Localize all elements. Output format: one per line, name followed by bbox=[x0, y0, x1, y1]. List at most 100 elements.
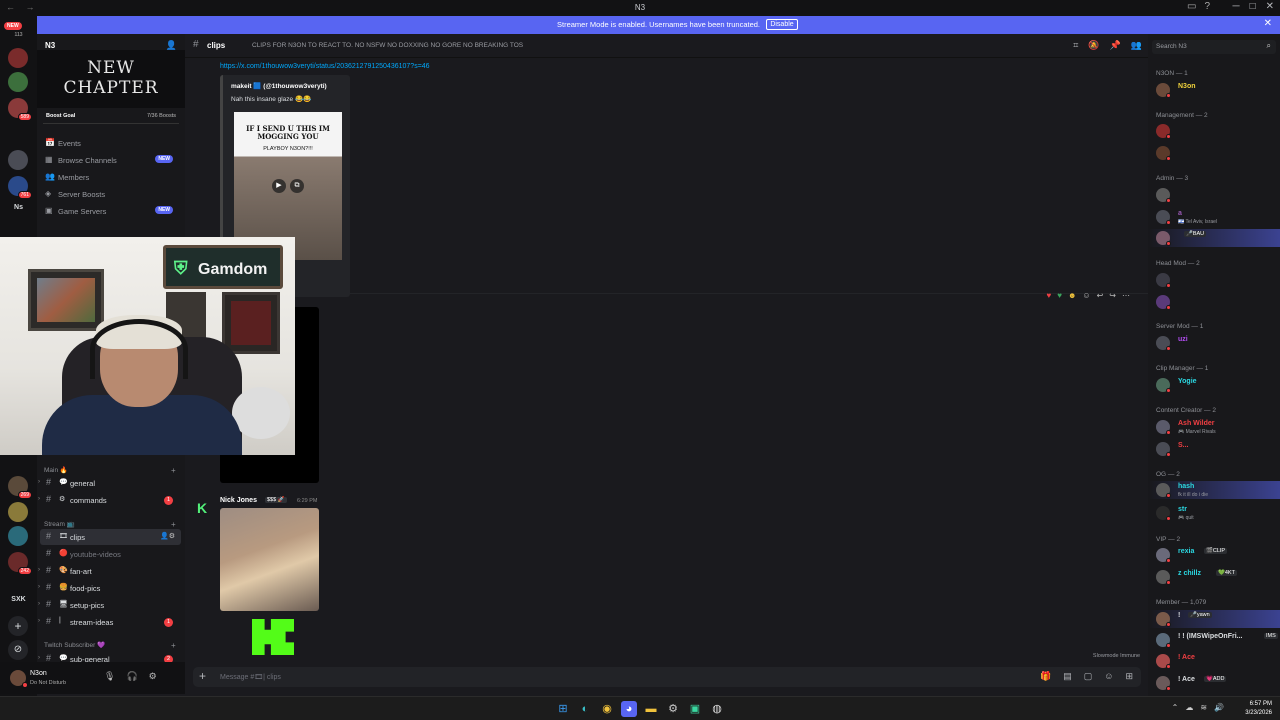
volume-icon[interactable]: 🔊 bbox=[1214, 703, 1224, 712]
message-link[interactable]: https://x.com/1thouwow3veryti/status/203… bbox=[220, 63, 430, 70]
help-icon[interactable]: ? bbox=[1204, 1, 1210, 12]
open-external-icon[interactable]: ⧉ bbox=[290, 179, 304, 193]
server-icon[interactable] bbox=[8, 150, 28, 170]
close-banner-icon[interactable]: ✕ bbox=[1264, 18, 1272, 29]
channel-stream-ideas[interactable]: › # | stream-ideas 1 bbox=[38, 614, 181, 630]
server-icon[interactable]: 761 bbox=[8, 176, 32, 199]
discover-icon[interactable]: ⊘ bbox=[8, 640, 28, 660]
network-icon[interactable]: ☁ bbox=[1185, 703, 1193, 712]
emoji-icon[interactable]: ☺ bbox=[1104, 671, 1113, 682]
obs-icon[interactable]: ◍ bbox=[709, 701, 725, 717]
server-label[interactable]: Ns bbox=[0, 204, 37, 211]
channel-fan-art[interactable]: › # 🎨 fan-art bbox=[38, 563, 181, 579]
server-icon[interactable]: 242 bbox=[8, 552, 32, 575]
member-row[interactable]: Yogie bbox=[1148, 376, 1280, 394]
wifi-icon[interactable]: ≋ bbox=[1200, 703, 1207, 712]
member-row[interactable]: uzi bbox=[1148, 334, 1280, 352]
forward-icon[interactable]: ↪ bbox=[1109, 291, 1116, 300]
reply-icon[interactable]: ↩ bbox=[1097, 291, 1104, 300]
nav-members[interactable]: 👥 Members bbox=[45, 170, 177, 184]
laugh-reaction-icon[interactable]: ☻ bbox=[1068, 291, 1076, 300]
apps-icon[interactable]: ⊞ bbox=[1125, 671, 1133, 682]
member-row[interactable]: z chillz 💚4KT bbox=[1148, 568, 1280, 586]
channel-clips[interactable]: # 🎞 clips 👤⚙ bbox=[40, 529, 181, 545]
threads-icon[interactable]: ⌗ bbox=[1073, 40, 1078, 51]
server-icon[interactable] bbox=[8, 526, 28, 546]
server-label[interactable]: SXK bbox=[0, 596, 37, 603]
member-row[interactable] bbox=[1148, 122, 1280, 140]
member-row[interactable]: ! ! (IMSWipeOnFri... IMS bbox=[1148, 631, 1280, 649]
member-row[interactable]: ! Ace bbox=[1148, 652, 1280, 670]
member-row[interactable]: hash fk it ill do i die bbox=[1148, 481, 1280, 499]
search-input[interactable]: Search N3 ⌕ bbox=[1152, 40, 1276, 54]
channel-topic[interactable]: CLIPS FOR N3ON TO REACT TO. NO NSFW NO D… bbox=[252, 42, 523, 49]
channel-youtube-videos[interactable]: # 🔴 youtube-videos bbox=[40, 546, 181, 562]
nav-events[interactable]: 📅 Events bbox=[45, 136, 177, 150]
member-row[interactable]: Ash Wilder 🎮 Marvel Rivals bbox=[1148, 418, 1280, 436]
member-row[interactable] bbox=[1148, 293, 1280, 311]
more-icon[interactable]: ⋯ bbox=[1122, 291, 1130, 300]
embed-author[interactable]: makeit 🟦 (@1thouwow3veryti) bbox=[231, 82, 327, 90]
channel-food-pics[interactable]: › # 🍔 food-pics bbox=[38, 580, 181, 596]
discord-icon[interactable]: ◕ bbox=[621, 701, 637, 717]
add-server-icon[interactable]: + bbox=[8, 616, 28, 636]
chrome-icon[interactable]: ◉ bbox=[599, 701, 615, 717]
heart-reaction-icon[interactable]: ♥ bbox=[1047, 291, 1052, 300]
app-icon[interactable]: ▣ bbox=[687, 701, 703, 717]
headphones-icon[interactable]: 🎧 bbox=[126, 671, 137, 682]
member-row[interactable] bbox=[1148, 186, 1280, 204]
image-attachment[interactable] bbox=[220, 508, 319, 611]
boost-goal[interactable]: Boost Goal 7/36 Boosts bbox=[43, 110, 179, 124]
server-icon[interactable] bbox=[8, 48, 28, 68]
member-row[interactable]: str 🎮 quit bbox=[1148, 504, 1280, 522]
member-row[interactable] bbox=[1148, 144, 1280, 162]
settings-icon[interactable]: ⚙ bbox=[665, 701, 681, 717]
notifications-icon[interactable]: 🔕 bbox=[1088, 40, 1099, 51]
member-row[interactable]: ! 🎤yawn bbox=[1148, 610, 1280, 628]
category-main[interactable]: Main 🔥 + bbox=[44, 466, 176, 475]
server-icon[interactable]: 269 bbox=[8, 476, 32, 499]
channel-setup-pics[interactable]: › # 🖥 setup-pics bbox=[38, 597, 181, 613]
gift-icon[interactable]: 🎁 bbox=[1040, 671, 1051, 682]
member-row[interactable]: ! Ace 💗ADD bbox=[1148, 674, 1280, 692]
disable-button[interactable]: Disable bbox=[766, 19, 798, 30]
attach-plus-icon[interactable]: + bbox=[199, 669, 206, 683]
clock[interactable]: 6:57 PM 3/23/2026 bbox=[1245, 700, 1272, 718]
member-row[interactable]: 🎤BAU bbox=[1148, 229, 1280, 247]
sticker-icon[interactable]: ▢ bbox=[1084, 671, 1093, 682]
channel-commands[interactable]: › # ⚙ commands 1 bbox=[38, 492, 181, 508]
edge-icon[interactable]: ◐ bbox=[577, 701, 593, 717]
channel-settings-icon[interactable]: 👤⚙ bbox=[160, 532, 175, 540]
add-channel-icon[interactable]: + bbox=[171, 466, 176, 475]
avatar[interactable]: K bbox=[193, 498, 213, 518]
chevron-up-icon[interactable]: ⌃ bbox=[1172, 703, 1179, 712]
server-icon[interactable]: 589 bbox=[8, 98, 32, 121]
minimize-icon[interactable]: ─ bbox=[1232, 1, 1239, 12]
channel-general[interactable]: › # 💬 general bbox=[38, 475, 181, 491]
server-icon[interactable] bbox=[8, 72, 28, 92]
nav-browse-channels[interactable]: ▦ Browse Channels NEW bbox=[45, 153, 177, 167]
member-row[interactable]: rexia 🎬CLIP bbox=[1148, 546, 1280, 564]
microphone-icon[interactable]: 🎙 bbox=[104, 671, 115, 682]
nav-server-boosts[interactable]: ◈ Server Boosts bbox=[45, 187, 177, 201]
green-heart-reaction-icon[interactable]: ♥ bbox=[1057, 291, 1062, 300]
server-icon[interactable] bbox=[8, 502, 28, 522]
add-channel-icon[interactable]: + bbox=[171, 520, 176, 529]
username[interactable]: N3on bbox=[30, 670, 47, 677]
settings-icon[interactable]: ⚙ bbox=[149, 671, 157, 682]
add-reaction-icon[interactable]: ☺ bbox=[1082, 291, 1090, 300]
member-row[interactable]: N3on bbox=[1148, 81, 1280, 99]
image-attachment[interactable] bbox=[220, 613, 319, 661]
play-icon[interactable]: ▶ bbox=[272, 179, 286, 193]
message-input[interactable]: Message #🎞| clips bbox=[220, 673, 281, 681]
member-row[interactable] bbox=[1148, 271, 1280, 289]
member-row[interactable]: S... bbox=[1148, 440, 1280, 458]
gif-icon[interactable]: ▤ bbox=[1063, 671, 1072, 682]
close-window-icon[interactable]: ✕ bbox=[1266, 1, 1274, 12]
nav-game-servers[interactable]: ▣ Game Servers NEW bbox=[45, 204, 177, 218]
maximize-icon[interactable]: □ bbox=[1250, 1, 1256, 12]
add-channel-icon[interactable]: + bbox=[171, 641, 176, 650]
member-row[interactable]: a 🇮🇱 Tel Aviv, Israel bbox=[1148, 208, 1280, 226]
member-list-icon[interactable]: 👥 bbox=[1131, 40, 1142, 51]
message-author[interactable]: Nick Jones bbox=[220, 497, 257, 504]
